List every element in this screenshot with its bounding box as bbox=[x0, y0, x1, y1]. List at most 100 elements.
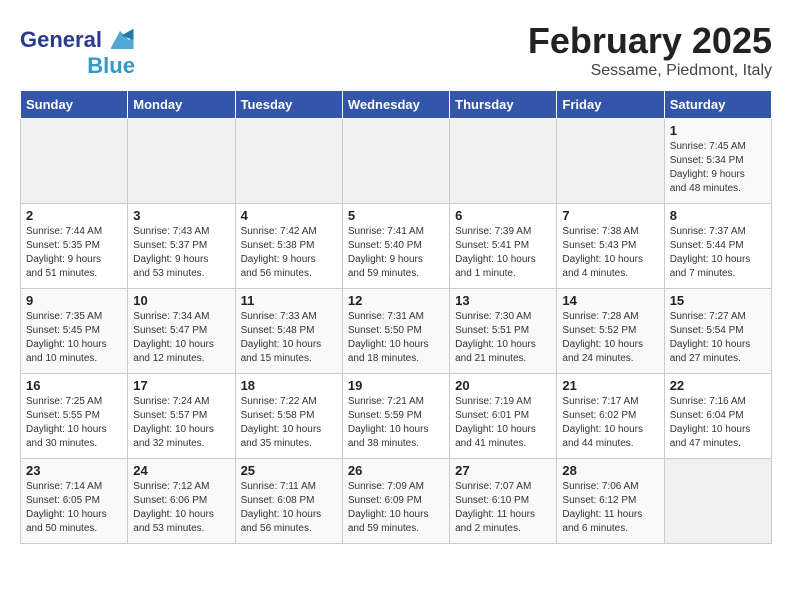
col-thursday: Thursday bbox=[450, 91, 557, 119]
col-wednesday: Wednesday bbox=[342, 91, 449, 119]
day-info: Sunrise: 7:06 AM Sunset: 6:12 PM Dayligh… bbox=[562, 480, 658, 536]
day-number: 21 bbox=[562, 378, 658, 393]
day-info: Sunrise: 7:33 AM Sunset: 5:48 PM Dayligh… bbox=[241, 310, 337, 366]
calendar-cell bbox=[21, 119, 128, 204]
calendar-cell: 22 Sunrise: 7:16 AM Sunset: 6:04 PM Dayli… bbox=[664, 374, 771, 459]
calendar-cell: 26Sunrise: 7:09 AM Sunset: 6:09 PM Dayli… bbox=[342, 459, 449, 544]
day-info: Sunrise: 7:17 AM Sunset: 6:02 PM Dayligh… bbox=[562, 395, 658, 451]
month-title: February 2025 bbox=[528, 20, 772, 62]
day-number: 19 bbox=[348, 378, 444, 393]
calendar-cell bbox=[557, 119, 664, 204]
day-info: Sunrise: 7:39 AM Sunset: 5:41 PM Dayligh… bbox=[455, 225, 551, 281]
day-number: 27 bbox=[455, 463, 551, 478]
day-number: 8 bbox=[670, 208, 766, 223]
day-number: 7 bbox=[562, 208, 658, 223]
calendar-cell: 25Sunrise: 7:11 AM Sunset: 6:08 PM Dayli… bbox=[235, 459, 342, 544]
day-number: 17 bbox=[133, 378, 229, 393]
logo: General Blue bbox=[20, 25, 135, 77]
day-number: 12 bbox=[348, 293, 444, 308]
calendar-cell: 8 Sunrise: 7:37 AM Sunset: 5:44 PM Daylig… bbox=[664, 204, 771, 289]
calendar-cell: 27Sunrise: 7:07 AM Sunset: 6:10 PM Dayli… bbox=[450, 459, 557, 544]
calendar-cell: 4 Sunrise: 7:42 AM Sunset: 5:38 PM Daylig… bbox=[235, 204, 342, 289]
calendar-cell: 20 Sunrise: 7:19 AM Sunset: 6:01 PM Dayli… bbox=[450, 374, 557, 459]
day-number: 23 bbox=[26, 463, 122, 478]
calendar-cell: 1 Sunrise: 7:45 AM Sunset: 5:34 PM Daylig… bbox=[664, 119, 771, 204]
day-info: Sunrise: 7:19 AM Sunset: 6:01 PM Dayligh… bbox=[455, 395, 551, 451]
day-info: Sunrise: 7:11 AM Sunset: 6:08 PM Dayligh… bbox=[241, 480, 337, 536]
day-info: Sunrise: 7:37 AM Sunset: 5:44 PM Dayligh… bbox=[670, 225, 766, 281]
day-info: Sunrise: 7:24 AM Sunset: 5:57 PM Dayligh… bbox=[133, 395, 229, 451]
day-info: Sunrise: 7:30 AM Sunset: 5:51 PM Dayligh… bbox=[455, 310, 551, 366]
calendar-cell bbox=[450, 119, 557, 204]
calendar-week-row: 9 Sunrise: 7:35 AM Sunset: 5:45 PM Daylig… bbox=[21, 289, 772, 374]
calendar-cell: 28 Sunrise: 7:06 AM Sunset: 6:12 PM Dayli… bbox=[557, 459, 664, 544]
calendar-cell: 12Sunrise: 7:31 AM Sunset: 5:50 PM Dayli… bbox=[342, 289, 449, 374]
day-info: Sunrise: 7:34 AM Sunset: 5:47 PM Dayligh… bbox=[133, 310, 229, 366]
logo-blue-text: Blue bbox=[87, 55, 135, 77]
calendar-cell: 15Sunrise: 7:27 AM Sunset: 5:54 PM Dayli… bbox=[664, 289, 771, 374]
day-number: 24 bbox=[133, 463, 229, 478]
day-number: 4 bbox=[241, 208, 337, 223]
calendar-cell: 2Sunrise: 7:44 AM Sunset: 5:35 PM Daylig… bbox=[21, 204, 128, 289]
calendar-cell: 17 Sunrise: 7:24 AM Sunset: 5:57 PM Dayli… bbox=[128, 374, 235, 459]
day-number: 16 bbox=[26, 378, 122, 393]
day-info: Sunrise: 7:38 AM Sunset: 5:43 PM Dayligh… bbox=[562, 225, 658, 281]
calendar-cell: 3 Sunrise: 7:43 AM Sunset: 5:37 PM Daylig… bbox=[128, 204, 235, 289]
day-info: Sunrise: 7:43 AM Sunset: 5:37 PM Dayligh… bbox=[133, 225, 229, 281]
calendar-week-row: 23 Sunrise: 7:14 AM Sunset: 6:05 PM Dayli… bbox=[21, 459, 772, 544]
calendar-cell: 19 Sunrise: 7:21 AM Sunset: 5:59 PM Dayli… bbox=[342, 374, 449, 459]
day-number: 5 bbox=[348, 208, 444, 223]
day-info: Sunrise: 7:28 AM Sunset: 5:52 PM Dayligh… bbox=[562, 310, 658, 366]
day-info: Sunrise: 7:42 AM Sunset: 5:38 PM Dayligh… bbox=[241, 225, 337, 281]
col-sunday: Sunday bbox=[21, 91, 128, 119]
day-number: 1 bbox=[670, 123, 766, 138]
page-header: General Blue February 2025 Sessame, Pied… bbox=[20, 20, 772, 80]
col-monday: Monday bbox=[128, 91, 235, 119]
day-number: 14 bbox=[562, 293, 658, 308]
calendar-cell: 6Sunrise: 7:39 AM Sunset: 5:41 PM Daylig… bbox=[450, 204, 557, 289]
calendar-cell bbox=[342, 119, 449, 204]
day-number: 2 bbox=[26, 208, 122, 223]
day-number: 26 bbox=[348, 463, 444, 478]
day-info: Sunrise: 7:12 AM Sunset: 6:06 PM Dayligh… bbox=[133, 480, 229, 536]
title-block: February 2025 Sessame, Piedmont, Italy bbox=[528, 20, 772, 80]
day-number: 28 bbox=[562, 463, 658, 478]
calendar-week-row: 2Sunrise: 7:44 AM Sunset: 5:35 PM Daylig… bbox=[21, 204, 772, 289]
calendar-cell: 24 Sunrise: 7:12 AM Sunset: 6:06 PM Dayli… bbox=[128, 459, 235, 544]
day-number: 9 bbox=[26, 293, 122, 308]
logo-icon bbox=[105, 25, 135, 55]
day-number: 11 bbox=[241, 293, 337, 308]
calendar-cell: 14 Sunrise: 7:28 AM Sunset: 5:52 PM Dayli… bbox=[557, 289, 664, 374]
calendar-cell: 11 Sunrise: 7:33 AM Sunset: 5:48 PM Dayli… bbox=[235, 289, 342, 374]
day-info: Sunrise: 7:16 AM Sunset: 6:04 PM Dayligh… bbox=[670, 395, 766, 451]
day-number: 20 bbox=[455, 378, 551, 393]
calendar-cell: 5 Sunrise: 7:41 AM Sunset: 5:40 PM Daylig… bbox=[342, 204, 449, 289]
day-number: 13 bbox=[455, 293, 551, 308]
calendar-cell bbox=[235, 119, 342, 204]
logo-text: General bbox=[20, 29, 102, 51]
day-info: Sunrise: 7:45 AM Sunset: 5:34 PM Dayligh… bbox=[670, 140, 766, 196]
day-number: 22 bbox=[670, 378, 766, 393]
day-info: Sunrise: 7:21 AM Sunset: 5:59 PM Dayligh… bbox=[348, 395, 444, 451]
location-subtitle: Sessame, Piedmont, Italy bbox=[528, 62, 772, 80]
calendar-week-row: 1 Sunrise: 7:45 AM Sunset: 5:34 PM Daylig… bbox=[21, 119, 772, 204]
calendar-cell: 10 Sunrise: 7:34 AM Sunset: 5:47 PM Dayli… bbox=[128, 289, 235, 374]
calendar-header-row: Sunday Monday Tuesday Wednesday Thursday… bbox=[21, 91, 772, 119]
day-info: Sunrise: 7:27 AM Sunset: 5:54 PM Dayligh… bbox=[670, 310, 766, 366]
day-info: Sunrise: 7:22 AM Sunset: 5:58 PM Dayligh… bbox=[241, 395, 337, 451]
day-info: Sunrise: 7:35 AM Sunset: 5:45 PM Dayligh… bbox=[26, 310, 122, 366]
col-saturday: Saturday bbox=[664, 91, 771, 119]
day-number: 3 bbox=[133, 208, 229, 223]
day-info: Sunrise: 7:41 AM Sunset: 5:40 PM Dayligh… bbox=[348, 225, 444, 281]
calendar-cell bbox=[664, 459, 771, 544]
day-number: 18 bbox=[241, 378, 337, 393]
day-number: 10 bbox=[133, 293, 229, 308]
calendar-cell: 13 Sunrise: 7:30 AM Sunset: 5:51 PM Dayli… bbox=[450, 289, 557, 374]
calendar-cell: 7 Sunrise: 7:38 AM Sunset: 5:43 PM Daylig… bbox=[557, 204, 664, 289]
day-info: Sunrise: 7:14 AM Sunset: 6:05 PM Dayligh… bbox=[26, 480, 122, 536]
calendar-cell bbox=[128, 119, 235, 204]
calendar-cell: 9 Sunrise: 7:35 AM Sunset: 5:45 PM Daylig… bbox=[21, 289, 128, 374]
col-tuesday: Tuesday bbox=[235, 91, 342, 119]
calendar-table: Sunday Monday Tuesday Wednesday Thursday… bbox=[20, 90, 772, 544]
day-info: Sunrise: 7:25 AM Sunset: 5:55 PM Dayligh… bbox=[26, 395, 122, 451]
